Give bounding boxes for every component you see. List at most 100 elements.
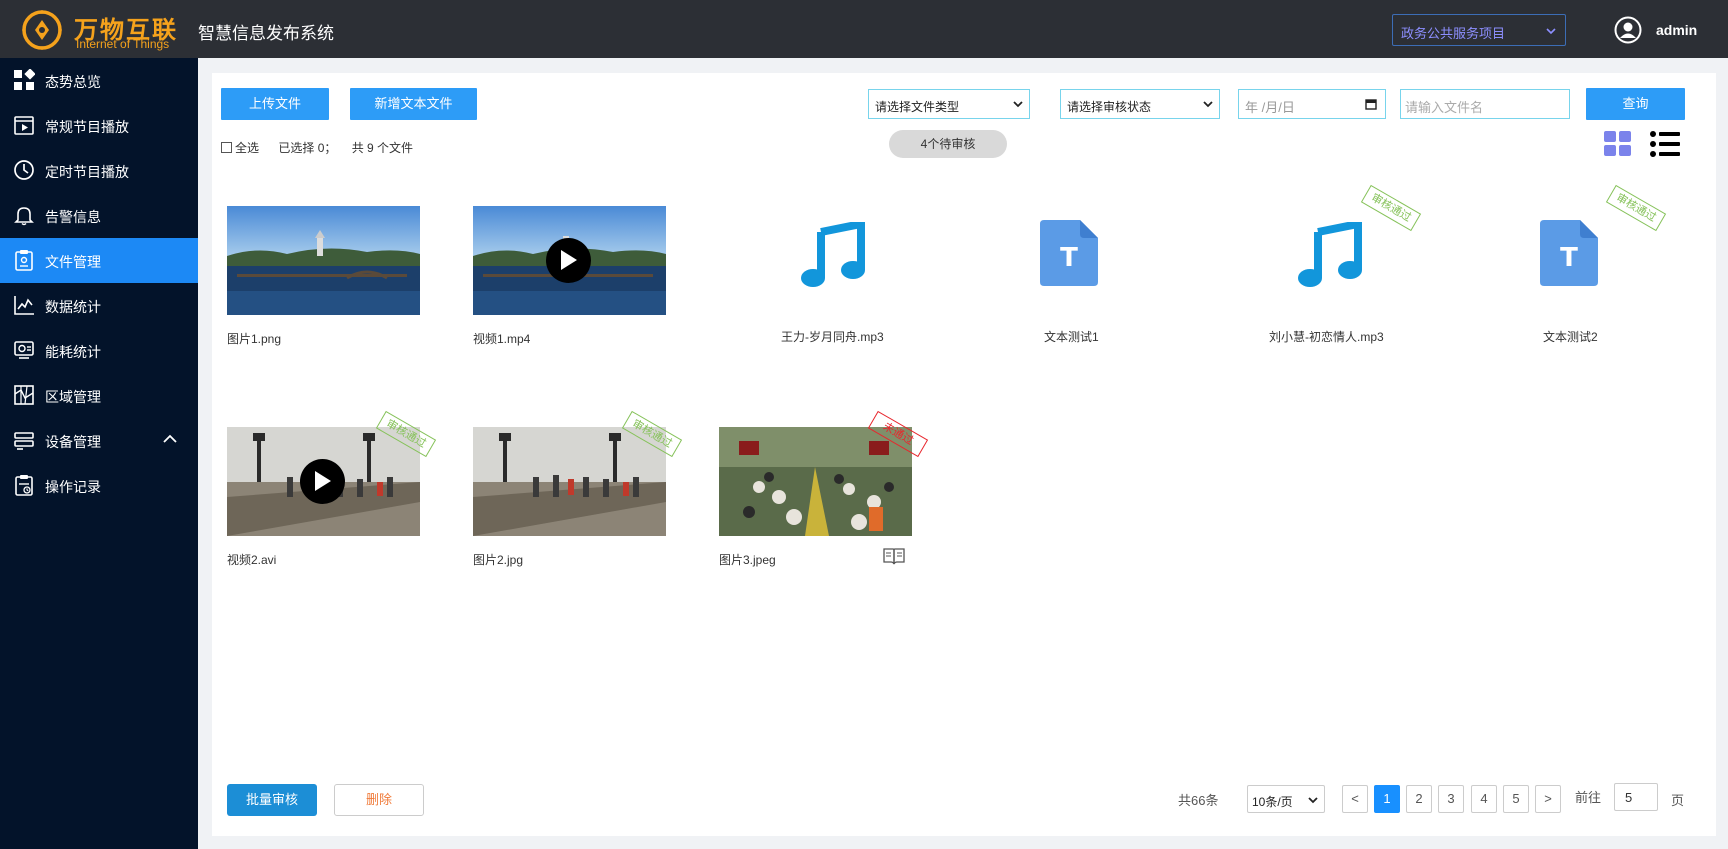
- sidebar-item-alerts[interactable]: 告警信息: [0, 193, 198, 238]
- selection-summary: 全选 已选择 0； 共 9 个文件: [221, 139, 413, 156]
- book-detail-icon[interactable]: [883, 547, 905, 565]
- file-type-select-value: 请选择文件类型: [875, 100, 960, 114]
- file-card[interactable]: 审核通过 图片2.jpg: [473, 410, 683, 587]
- file-card[interactable]: 视频1.mp4: [473, 206, 673, 366]
- filename-search-input[interactable]: 请输入文件名: [1400, 89, 1570, 119]
- brand-logo: 万物互联 Internet of Things: [20, 6, 180, 52]
- project-select[interactable]: 政务公共服务项目: [1392, 14, 1566, 46]
- play-icon[interactable]: [546, 238, 591, 283]
- logo-english-text: Internet of Things: [76, 37, 170, 51]
- file-card[interactable]: 审核通过 刘小慧-初恋情人.mp3: [1216, 184, 1422, 366]
- batch-audit-button[interactable]: 批量审核: [227, 784, 317, 816]
- sidebar-item-label: 告警信息: [45, 209, 101, 225]
- user-avatar-icon[interactable]: [1614, 16, 1642, 44]
- device-icon: [14, 432, 34, 450]
- file-name: 文本测试2: [1543, 330, 1598, 344]
- prev-page-button[interactable]: <: [1342, 785, 1368, 813]
- file-name: 视频2.avi: [227, 553, 277, 567]
- file-name: 图片3.jpeg: [719, 553, 776, 567]
- goto-page-input[interactable]: 5: [1614, 783, 1658, 811]
- audit-status-select[interactable]: 请选择审核状态: [1060, 89, 1220, 119]
- music-note-icon: [1298, 222, 1362, 287]
- sidebar-item-data-stats[interactable]: 数据统计: [0, 283, 198, 328]
- chevron-up-icon[interactable]: [162, 431, 178, 447]
- goto-label: 前往: [1575, 790, 1602, 805]
- svg-text:T: T: [1560, 243, 1578, 273]
- select-all-checkbox[interactable]: [221, 142, 232, 153]
- file-card[interactable]: 未通过 图片3.jpeg: [719, 410, 929, 587]
- operation-log-icon: [15, 475, 33, 496]
- music-note-icon: [801, 222, 865, 287]
- username[interactable]: admin: [1656, 22, 1697, 38]
- file-name: 图片2.jpg: [473, 553, 524, 567]
- sidebar-item-file-management[interactable]: 文件管理: [0, 238, 198, 283]
- pending-audit-badge[interactable]: 4个待审核: [889, 130, 1007, 158]
- sidebar-item-label: 操作记录: [45, 479, 101, 495]
- sidebar-nav: 态势总览 常规节目播放 定时节目播放 告警信息 文件管理 数据统计 能耗统计 区…: [0, 58, 198, 849]
- file-management-panel: 上传文件 新增文本文件 请选择文件类型 请选择审核状态 年 /月/日 请输入文件…: [212, 73, 1716, 836]
- sidebar-item-label: 定时节目播放: [45, 164, 129, 180]
- file-card[interactable]: 王力-岁月同舟.mp3: [719, 206, 919, 366]
- file-name: 图片1.png: [227, 332, 282, 346]
- date-picker-input[interactable]: 年 /月/日: [1238, 89, 1386, 119]
- file-type-select[interactable]: 请选择文件类型: [868, 89, 1030, 119]
- file-name: 文本测试1: [1044, 330, 1099, 344]
- upload-file-button[interactable]: 上传文件: [221, 88, 329, 120]
- sidebar-item-area-management[interactable]: 区域管理: [0, 373, 198, 418]
- date-placeholder: 年 /月/日: [1245, 100, 1295, 115]
- page-button-5[interactable]: 5: [1503, 785, 1529, 813]
- system-title: 智慧信息发布系统: [198, 24, 334, 43]
- sidebar-item-regular-program[interactable]: 常规节目播放: [0, 103, 198, 148]
- sidebar-item-energy-stats[interactable]: 能耗统计: [0, 328, 198, 373]
- image-thumbnail: [473, 427, 666, 536]
- file-card[interactable]: 图片1.png: [227, 206, 427, 366]
- sidebar-item-label: 文件管理: [45, 254, 101, 270]
- bell-icon: [14, 207, 34, 226]
- sidebar-item-label: 能耗统计: [45, 344, 101, 360]
- chart-line-icon: [14, 296, 34, 315]
- next-page-button[interactable]: >: [1535, 785, 1561, 813]
- sidebar-item-operation-log[interactable]: 操作记录: [0, 463, 198, 508]
- filename-placeholder: 请输入文件名: [1405, 100, 1484, 115]
- text-document-icon: T: [1540, 220, 1598, 286]
- query-button[interactable]: 查询: [1586, 88, 1685, 120]
- file-name: 刘小慧-初恋情人.mp3: [1269, 330, 1384, 344]
- map-icon: [14, 385, 34, 405]
- page-button-1[interactable]: 1: [1374, 785, 1400, 813]
- sidebar-item-label: 常规节目播放: [45, 119, 129, 135]
- top-header: 万物互联 Internet of Things 智慧信息发布系统 政务公共服务项…: [0, 0, 1728, 58]
- chevron-down-icon: [1546, 28, 1556, 35]
- list-view-icon[interactable]: [1650, 130, 1680, 158]
- new-text-file-button[interactable]: 新增文本文件: [350, 88, 477, 120]
- svg-text:T: T: [1060, 243, 1078, 273]
- play-icon[interactable]: [300, 459, 345, 504]
- sidebar-item-label: 数据统计: [45, 299, 101, 315]
- chevron-down-icon: [1308, 797, 1318, 804]
- page-size-value: 10条/页: [1252, 795, 1293, 809]
- grid-view-icon[interactable]: [1604, 131, 1632, 157]
- brand-logo-mark-icon: [22, 10, 62, 50]
- audit-status-select-value: 请选择审核状态: [1067, 100, 1152, 114]
- selected-count: 已选择 0；: [278, 141, 337, 155]
- project-select-value: 政务公共服务项目: [1401, 26, 1506, 41]
- calendar-icon: [1365, 99, 1377, 110]
- approved-stamp: 审核通过: [1605, 184, 1667, 232]
- play-program-icon: [14, 116, 34, 135]
- file-card[interactable]: T 文本测试1: [965, 206, 1165, 366]
- page-button-3[interactable]: 3: [1438, 785, 1464, 813]
- sidebar-item-scheduled-program[interactable]: 定时节目播放: [0, 148, 198, 193]
- file-name: 视频1.mp4: [473, 332, 531, 346]
- sidebar-item-device-management[interactable]: 设备管理: [0, 418, 198, 463]
- page-button-2[interactable]: 2: [1406, 785, 1432, 813]
- select-all-label[interactable]: 全选: [235, 141, 259, 155]
- sidebar-item-overview[interactable]: 态势总览: [0, 58, 198, 103]
- page-button-4[interactable]: 4: [1471, 785, 1497, 813]
- chevron-down-icon: [1013, 101, 1023, 108]
- text-document-icon: T: [1040, 220, 1098, 286]
- delete-button[interactable]: 删除: [334, 784, 424, 816]
- energy-icon: [14, 341, 34, 359]
- file-card[interactable]: 审核通过 视频2.avi: [227, 410, 437, 587]
- file-card[interactable]: T 审核通过 文本测试2: [1462, 184, 1667, 366]
- page-size-select[interactable]: 10条/页: [1247, 785, 1325, 813]
- file-management-icon: [15, 250, 33, 271]
